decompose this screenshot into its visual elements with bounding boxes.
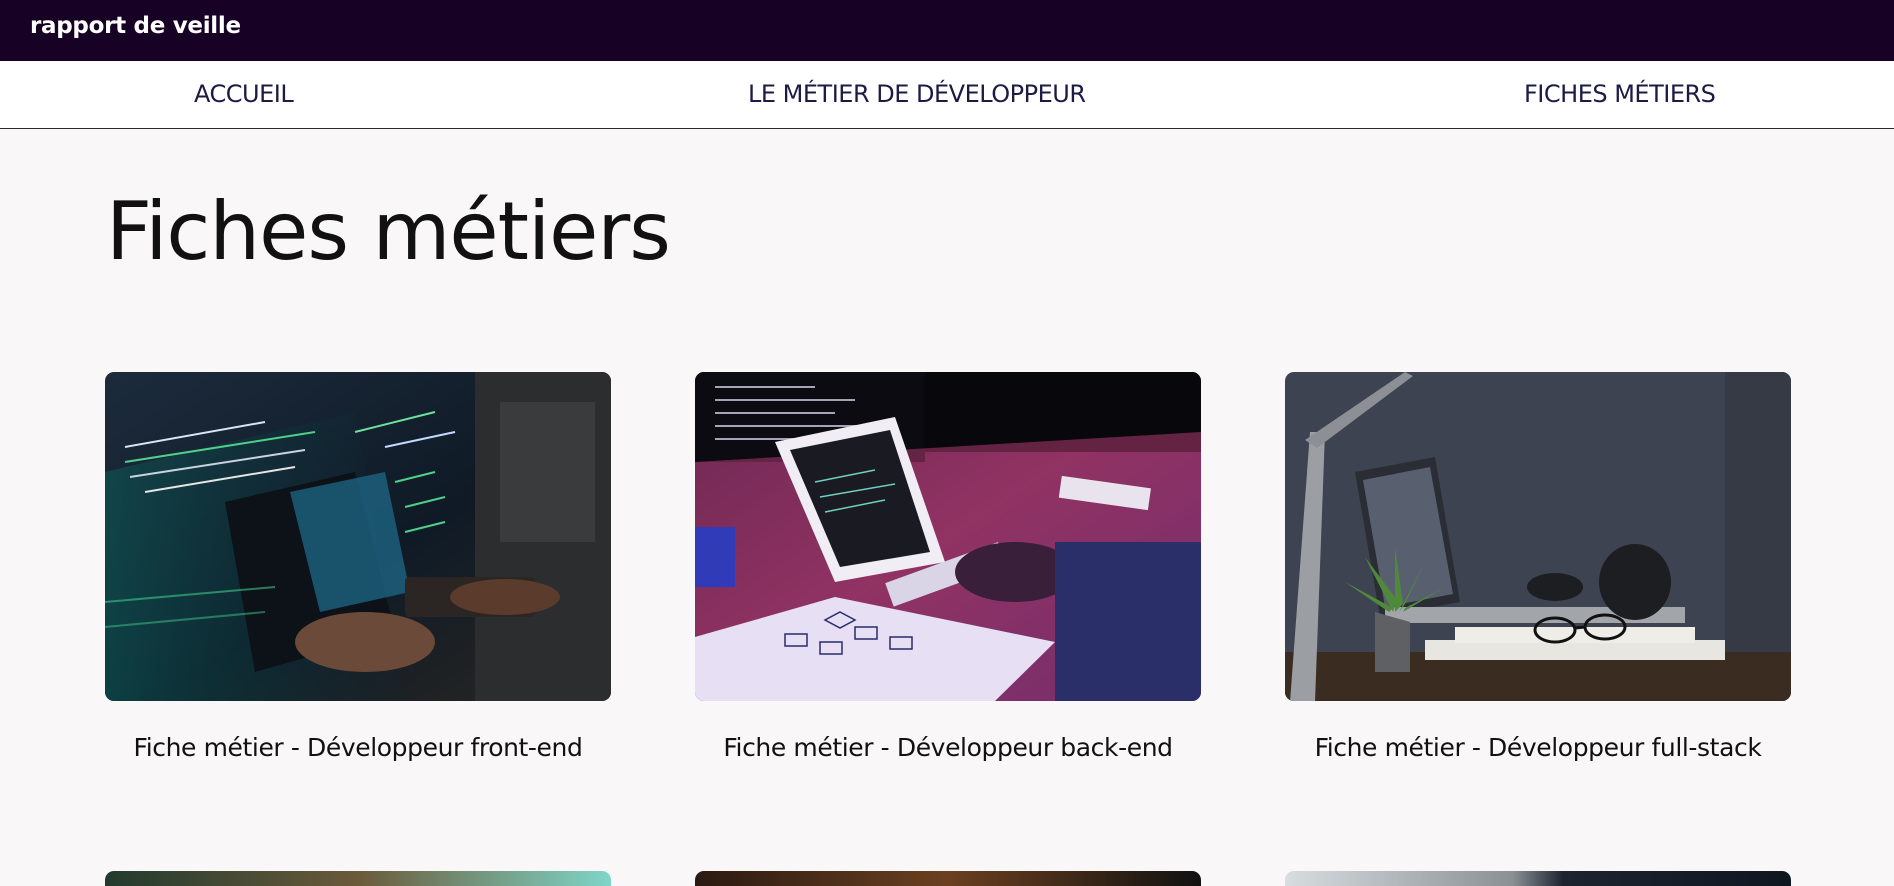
main-navigation: ACCUEIL LE MÉTIER DE DÉVELOPPEUR FICHES …: [0, 61, 1894, 129]
nav-link-fiches-metiers[interactable]: FICHES MÉTIERS: [1524, 80, 1716, 108]
page-title: Fiches métiers: [106, 185, 671, 278]
job-card-full-stack[interactable]: Fiche métier - Développeur full-stack: [1285, 372, 1791, 762]
blurred-office-photo[interactable]: [105, 871, 611, 886]
card-title[interactable]: Fiche métier - Développeur full-stack: [1285, 733, 1791, 762]
job-card-front-end[interactable]: Fiche métier - Développeur front-end: [105, 372, 611, 762]
site-brand[interactable]: rapport de veille: [30, 13, 241, 39]
card-title[interactable]: Fiche métier - Développeur back-end: [695, 733, 1201, 762]
job-card-back-end[interactable]: Fiche métier - Développeur back-end: [695, 372, 1201, 762]
code-screen-photo[interactable]: [1285, 871, 1791, 886]
dark-laptop-photo[interactable]: [695, 871, 1201, 886]
card-title[interactable]: Fiche métier - Développeur front-end: [105, 733, 611, 762]
nav-link-metier-developpeur[interactable]: LE MÉTIER DE DÉVELOPPEUR: [748, 80, 1086, 108]
laptop-plant-headphones-photo[interactable]: [1285, 372, 1791, 701]
nav-link-accueil[interactable]: ACCUEIL: [194, 80, 294, 108]
top-header: rapport de veille: [0, 0, 1894, 61]
tablet-flowchart-desk-photo[interactable]: [695, 372, 1201, 701]
code-hologram-laptop-photo[interactable]: [105, 372, 611, 701]
